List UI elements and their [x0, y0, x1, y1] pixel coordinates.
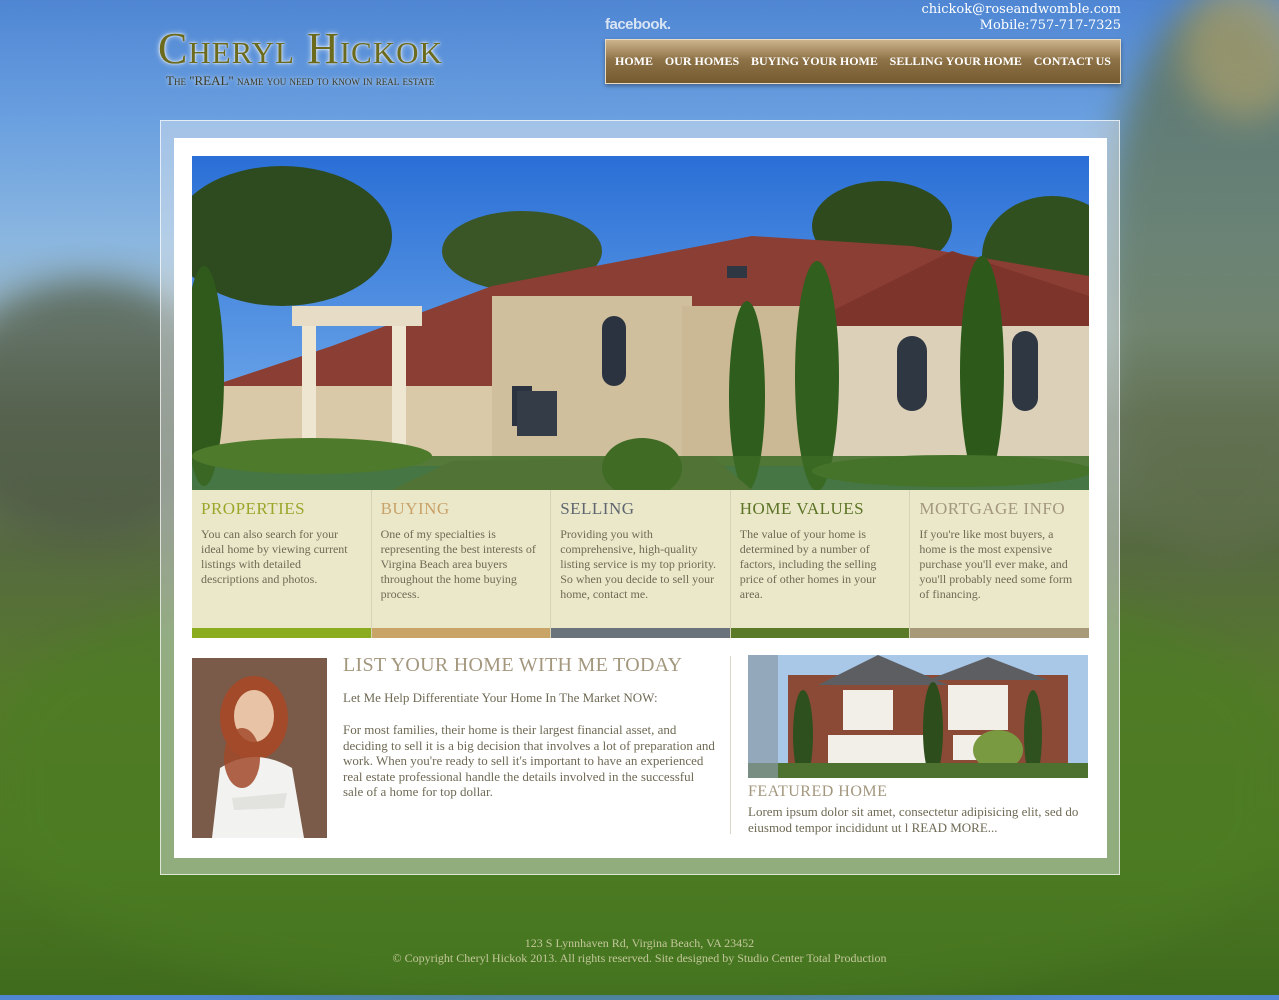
feature-boxes: PROPERTIES You can also search for your …: [192, 490, 1089, 638]
feature-title[interactable]: PROPERTIES: [192, 490, 371, 519]
list-section-body: For most families, their home is their l…: [343, 722, 715, 799]
feature-text: You can also search for your ideal home …: [201, 527, 348, 586]
feature-color-bar: [551, 628, 730, 638]
feature-properties[interactable]: PROPERTIES You can also search for your …: [192, 490, 372, 638]
featured-home-image[interactable]: [748, 655, 1088, 778]
logo-tagline: The "REAL" name you need to know in real…: [166, 73, 435, 88]
feature-mortgage-info[interactable]: MORTGAGE INFO If you're like most buyers…: [910, 490, 1089, 638]
footer-address: 123 S Lynnhaven Rd, Virgina Beach, VA 23…: [524, 936, 755, 950]
list-section-title: LIST YOUR HOME WITH ME TODAY: [343, 654, 683, 676]
nav-our-homes[interactable]: OUR HOMES: [665, 54, 739, 69]
featured-home-title: FEATURED HOME: [748, 783, 888, 800]
feature-buying[interactable]: BUYING One of my specialties is represen…: [371, 490, 552, 638]
feature-color-bar: [730, 628, 910, 638]
feature-color-bar: [910, 628, 1089, 638]
feature-home-values[interactable]: HOME VALUES The value of your home is de…: [730, 490, 911, 638]
footer-copyright: © Copyright Cheryl Hickok 2013. All righ…: [392, 951, 887, 965]
feature-title[interactable]: MORTGAGE INFO: [910, 490, 1089, 519]
feature-text: One of my specialties is representing th…: [380, 527, 536, 601]
nav-selling-your-home[interactable]: SELLING YOUR HOME: [890, 54, 1022, 69]
logo-name: Cheryl Hickok: [158, 24, 443, 73]
nav-buying-your-home[interactable]: BUYING YOUR HOME: [751, 54, 878, 69]
main-nav: HOME OUR HOMES BUYING YOUR HOME SELLING …: [605, 39, 1121, 84]
facebook-link[interactable]: facebook.: [605, 16, 671, 33]
feature-color-bar: [371, 628, 551, 638]
contact-info: chickok@roseandwomble.com Mobile:757-717…: [921, 2, 1121, 34]
nav-home[interactable]: HOME: [615, 54, 653, 69]
mobile-number: Mobile:757-717-7325: [979, 18, 1121, 33]
feature-text: If you're like most buyers, a home is th…: [919, 527, 1073, 601]
feature-text: The value of your home is determined by …: [739, 527, 877, 601]
feature-title[interactable]: BUYING: [372, 490, 551, 519]
list-section-subtitle: Let Me Help Differentiate Your Home In T…: [343, 690, 658, 705]
feature-text: Providing you with comprehensive, high-q…: [560, 527, 717, 601]
site-footer: 123 S Lynnhaven Rd, Virgina Beach, VA 23…: [0, 936, 1279, 966]
hero-house-image: [192, 156, 1089, 490]
feature-color-bar: [192, 628, 371, 638]
feature-selling[interactable]: SELLING Providing you with comprehensive…: [551, 490, 731, 638]
nav-contact-us[interactable]: CONTACT US: [1034, 54, 1111, 69]
site-logo[interactable]: Cheryl Hickok The "REAL" name you need t…: [158, 26, 494, 89]
agent-portrait: [192, 658, 327, 838]
feature-title[interactable]: HOME VALUES: [731, 490, 910, 519]
featured-home-text: Lorem ipsum dolor sit amet, consectetur …: [748, 804, 1088, 835]
read-more-link[interactable]: READ MORE...: [912, 820, 998, 835]
email-link[interactable]: chickok@roseandwomble.com: [921, 2, 1121, 18]
feature-title[interactable]: SELLING: [551, 490, 730, 519]
column-divider: [730, 656, 731, 834]
